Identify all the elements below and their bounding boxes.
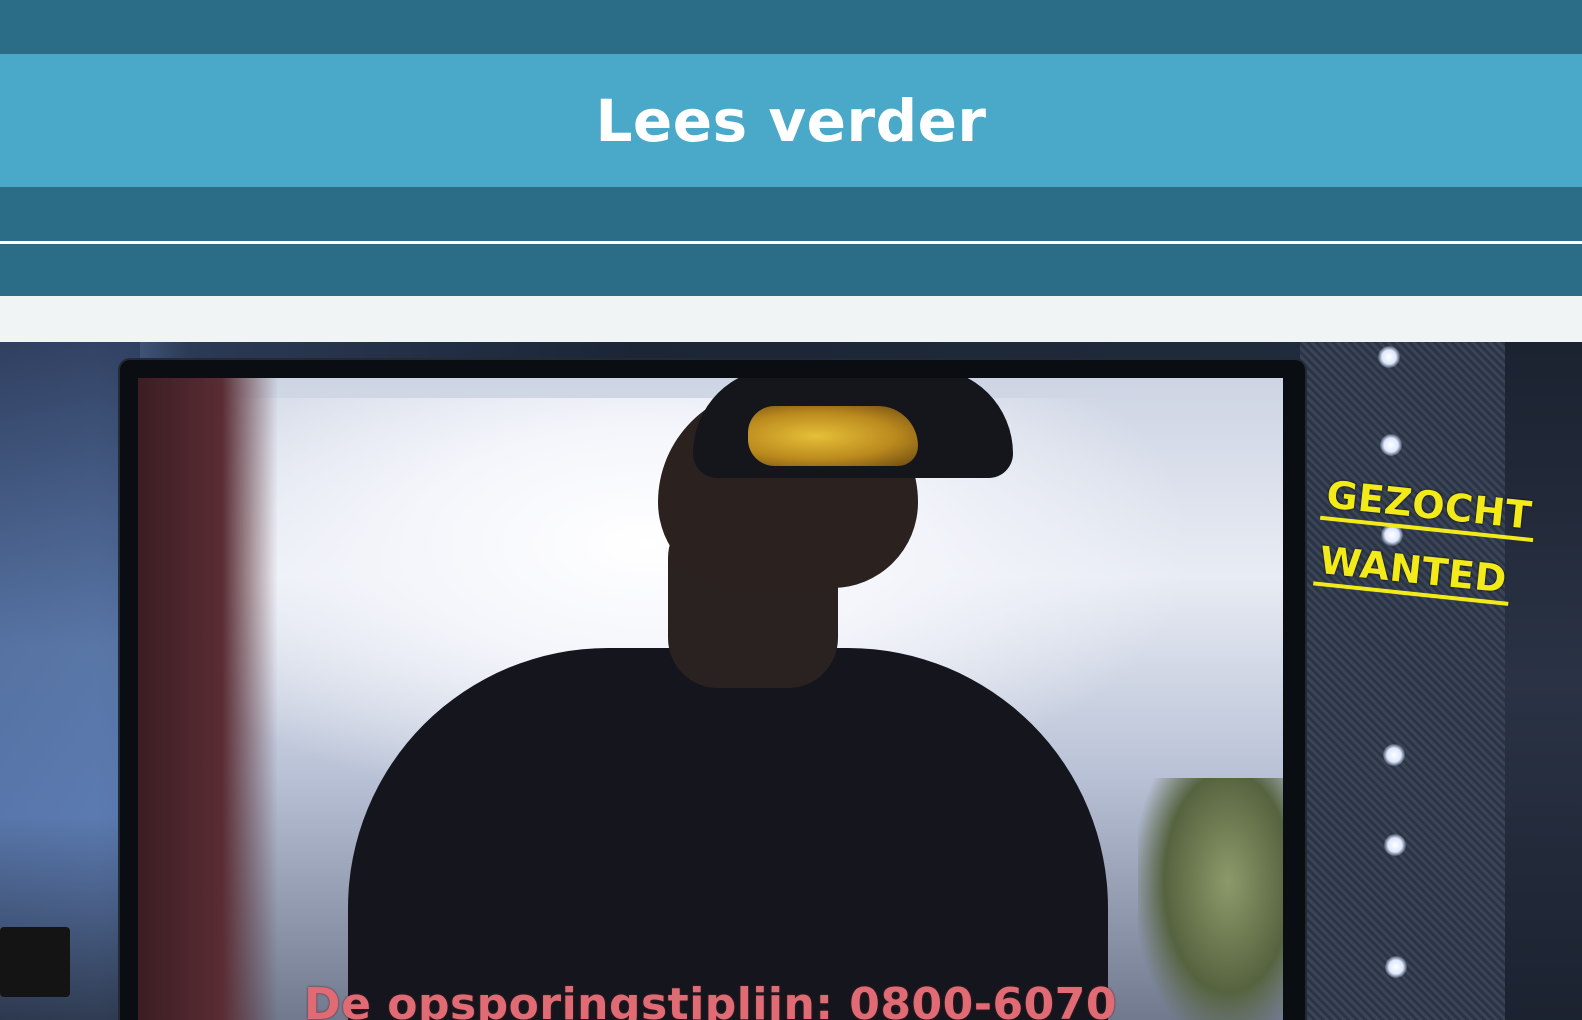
section-gap — [0, 296, 1582, 342]
read-more-label: Lees verder — [595, 86, 987, 155]
tipline-caption: De opsporingstiplijn: 0800-6070 — [304, 979, 1117, 1020]
page: Lees verder De opsporingstiplijn: 0800-6… — [0, 0, 1582, 1020]
desk-object — [0, 927, 70, 997]
wanted-stamp: GEZOCHT WANTED — [1307, 472, 1563, 666]
monitor: De opsporingstiplijn: 0800-6070 — [120, 360, 1305, 1020]
studio-pillar — [1505, 342, 1582, 1020]
top-band — [0, 0, 1582, 54]
studio-light — [1378, 346, 1400, 368]
studio-light — [1385, 956, 1407, 978]
suspect-sunglasses — [748, 406, 918, 466]
divider-band-lower — [0, 244, 1582, 296]
studio-light — [1384, 834, 1406, 856]
studio-light — [1380, 434, 1402, 456]
divider-band — [0, 187, 1582, 241]
stamp-wanted: WANTED — [1313, 537, 1513, 606]
suspect-body — [348, 648, 1108, 1020]
studio-background — [0, 342, 140, 1020]
hero-image: De opsporingstiplijn: 0800-6070 GEZOCHT … — [0, 342, 1582, 1020]
wall-shadow — [138, 378, 278, 1020]
read-more-button[interactable]: Lees verder — [0, 54, 1582, 187]
studio-light — [1383, 744, 1405, 766]
monitor-screen: De opsporingstiplijn: 0800-6070 — [138, 378, 1283, 1020]
